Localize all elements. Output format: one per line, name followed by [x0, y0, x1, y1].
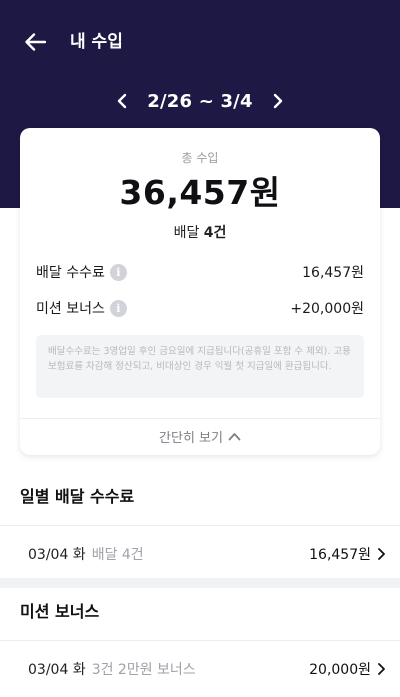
mission-bonus-row: 미션 보너스 i +20,000원: [36, 297, 364, 319]
total-income-label: 총 수입: [181, 151, 219, 165]
chevron-up-icon: [228, 432, 241, 440]
daily-fee-amount: 16,457원: [309, 547, 371, 563]
arrow-left-icon: [25, 33, 46, 51]
mission-bonus-amount: 20,000원: [309, 662, 371, 678]
income-summary-card: 총 수입 36,457원 배달 4건 배달 수수료 i 16,457원 미션 보…: [20, 128, 380, 455]
info-icon[interactable]: i: [109, 263, 127, 281]
daily-fee-detail: 배달 4건: [91, 547, 144, 563]
next-period-button[interactable]: [263, 86, 293, 116]
delivery-count-value: 4건: [203, 225, 227, 241]
mission-bonus-detail: 3건 2만원 보너스: [91, 662, 196, 678]
period-selector: 2/26 ~ 3/4: [0, 86, 400, 116]
mission-bonus-date: 03/04 화: [28, 662, 86, 678]
mission-bonus-label: 미션 보너스: [36, 301, 105, 317]
delivery-fee-value: 16,457원: [302, 265, 364, 281]
mission-bonus-value: +20,000원: [290, 301, 364, 317]
mission-bonus-section-title: 미션 보너스: [20, 602, 100, 621]
section-gap: [0, 578, 400, 588]
mission-bonus-list-item[interactable]: 03/04 화 3건 2만원 보너스 20,000원: [0, 644, 400, 694]
payout-notice: 배달수수료는 3영업일 후인 금요일에 지급됩니다(공휴일 포함 수 제외). …: [36, 335, 364, 398]
daily-fee-section-title: 일별 배달 수수료: [20, 487, 135, 506]
collapse-label: 간단히 보기: [159, 430, 223, 446]
delivery-fee-row: 배달 수수료 i 16,457원: [36, 261, 364, 283]
previous-period-button[interactable]: [107, 86, 137, 116]
info-icon[interactable]: i: [109, 299, 127, 317]
section-divider: [0, 640, 400, 641]
chevron-right-icon: [378, 663, 385, 675]
chevron-right-icon: [273, 93, 282, 109]
daily-fee-date: 03/04 화: [28, 547, 86, 563]
page-title: 내 수입: [70, 32, 123, 52]
delivery-count: 배달 4건: [20, 222, 380, 242]
chevron-right-icon: [378, 548, 385, 560]
section-divider: [0, 525, 400, 526]
total-income-amount: 36,457원: [119, 173, 281, 212]
delivery-count-label: 배달: [173, 225, 200, 241]
card-divider: [20, 418, 380, 419]
back-button[interactable]: [22, 30, 48, 54]
chevron-left-icon: [118, 93, 127, 109]
collapse-toggle[interactable]: 간단히 보기: [20, 426, 380, 446]
top-bar: 내 수입: [0, 0, 400, 84]
daily-fee-list-item[interactable]: 03/04 화 배달 4건 16,457원: [0, 529, 400, 579]
period-label: 2/26 ~ 3/4: [147, 90, 253, 112]
delivery-fee-label: 배달 수수료: [36, 265, 105, 281]
